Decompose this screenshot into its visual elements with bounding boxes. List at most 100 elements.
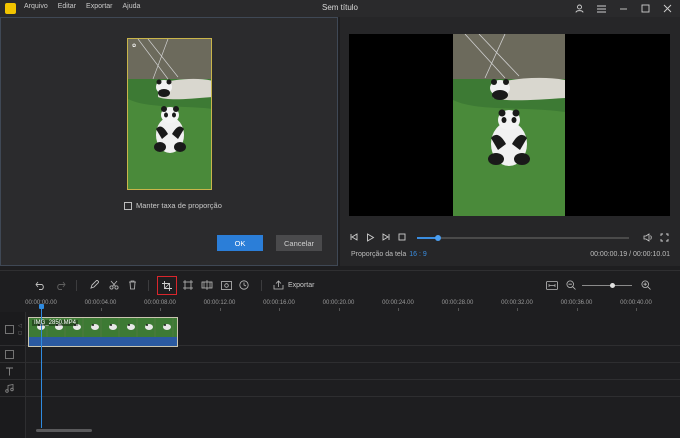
trash-icon[interactable] <box>124 277 140 293</box>
ruler-tick <box>279 308 280 311</box>
stop-icon[interactable] <box>397 231 407 243</box>
menu-editar[interactable]: Editar <box>58 3 76 10</box>
toolbar-divider <box>261 280 262 291</box>
music-track-icon <box>4 383 14 393</box>
crop-icon[interactable] <box>157 276 177 295</box>
ruler-label: 00:00:08.00 <box>144 300 176 306</box>
overlay-track-icon <box>4 349 14 359</box>
ruler-tick <box>219 308 221 311</box>
toolbar-divider <box>148 280 149 291</box>
clip-name: IMG_2850.MP4 <box>32 320 79 326</box>
svg-text:✿: ✿ <box>132 43 136 49</box>
aspect-ratio-label: Proporção da tela <box>351 251 407 258</box>
timecode: 00:00:00.19 / 00:00:10.01 <box>590 251 670 258</box>
maximize-icon[interactable] <box>638 2 652 15</box>
split-clip-icon[interactable] <box>199 277 215 293</box>
seek-handle[interactable] <box>435 235 442 241</box>
text-track-icon <box>4 366 14 376</box>
ruler-label: 00:00:12.00 <box>203 300 236 306</box>
keep-ratio-checkbox[interactable] <box>124 201 132 210</box>
duration-clock-icon[interactable] <box>236 277 252 293</box>
cancel-button[interactable]: Cancelar <box>276 235 322 251</box>
ok-button[interactable]: OK <box>217 235 263 251</box>
video-track-header: ◁ ◻ <box>0 312 26 345</box>
preview-video <box>453 34 565 216</box>
menu-lines-icon[interactable] <box>594 2 608 15</box>
ruler-label: 00:00:24.00 <box>382 300 414 306</box>
empty-track-header <box>0 397 26 438</box>
resize-icon[interactable] <box>180 277 196 293</box>
track-visibility-icon[interactable]: ◁ <box>18 323 22 329</box>
redo-icon[interactable] <box>52 277 68 293</box>
menu-ajuda[interactable]: Ajuda <box>123 3 141 10</box>
export-icon[interactable] <box>270 277 286 293</box>
timeline-ruler[interactable]: 00:00:00.00 00:00:04.00 00:00:08.00 00:00:1… <box>0 298 680 312</box>
ruler-label: 00:00:16.00 <box>263 300 295 306</box>
video-track-icon <box>4 324 14 334</box>
zoom-handle[interactable] <box>609 283 615 288</box>
keep-ratio-label: Manter taxa de proporção <box>136 201 222 210</box>
track-lock-icon[interactable]: ◻ <box>18 330 22 336</box>
edit-toolbar: Exportar <box>0 270 680 298</box>
close-icon[interactable] <box>660 2 674 15</box>
app-logo-icon <box>5 3 16 14</box>
toolbar-divider <box>76 280 77 291</box>
crop-dialog: ✿ Manter taxa de proporção OK Cancelar <box>0 17 338 266</box>
keep-ratio-option[interactable]: Manter taxa de proporção <box>124 201 222 210</box>
fit-timeline-icon[interactable] <box>544 277 560 293</box>
freeze-frame-icon[interactable] <box>218 277 234 293</box>
fullscreen-icon[interactable] <box>659 231 669 243</box>
menu-arquivo[interactable]: Arquivo <box>24 3 48 10</box>
menu-bar: Arquivo Editar Exportar Ajuda <box>24 3 140 10</box>
preview-screen <box>349 34 670 216</box>
edit-pencil-icon[interactable] <box>86 277 102 293</box>
ruler-label: 00:00:20.00 <box>322 300 355 306</box>
ruler-label: 00:00:36.00 <box>560 300 593 306</box>
zoom-out-icon[interactable] <box>563 277 579 293</box>
ruler-label: 00:00:40.00 <box>620 300 652 306</box>
scissors-icon[interactable] <box>106 277 122 293</box>
ruler-tick <box>576 308 578 311</box>
ruler-label: 00:00:04.00 <box>84 300 117 306</box>
ruler-tick <box>457 308 459 311</box>
ruler-tick <box>517 308 518 311</box>
panda-video-frame: ✿ <box>128 39 211 189</box>
clip-audio-waveform <box>29 337 177 346</box>
prev-frame-icon[interactable] <box>349 231 359 243</box>
text-track-header <box>0 363 26 379</box>
empty-track-area[interactable] <box>0 397 680 438</box>
ruler-tick <box>636 308 637 311</box>
zoom-in-icon[interactable] <box>638 277 654 293</box>
volume-icon[interactable] <box>643 231 653 243</box>
ruler-tick <box>398 308 399 311</box>
video-track[interactable]: ◁ ◻ IMG_2850.MP4 <box>0 312 680 347</box>
undo-icon[interactable] <box>32 277 48 293</box>
video-clip[interactable]: IMG_2850.MP4 <box>28 317 178 347</box>
crop-frame[interactable]: ✿ <box>127 38 212 190</box>
overlay-track-header <box>0 346 26 362</box>
minimize-icon[interactable] <box>616 2 630 15</box>
music-track-header <box>0 380 26 396</box>
seek-bar[interactable] <box>417 235 629 241</box>
export-label[interactable]: Exportar <box>288 282 314 289</box>
aspect-ratio: Proporção da tela 16 : 9 <box>351 251 427 258</box>
ruler-label: 00:00:28.00 <box>441 300 474 306</box>
timeline-tracks: ◁ ◻ IMG_2850.MP4 <box>0 312 680 438</box>
music-track[interactable] <box>0 380 680 397</box>
overlay-track[interactable] <box>0 346 680 363</box>
text-track[interactable] <box>0 363 680 380</box>
ruler-tick <box>100 308 102 311</box>
player-controls <box>349 231 670 245</box>
zoom-slider[interactable] <box>582 283 632 288</box>
ruler-tick <box>338 308 340 311</box>
ruler-tick <box>160 308 161 311</box>
menu-exportar[interactable]: Exportar <box>86 3 112 10</box>
next-frame-icon[interactable] <box>381 231 391 243</box>
timeline-scrollbar[interactable] <box>36 429 92 432</box>
play-icon[interactable] <box>365 231 375 243</box>
user-icon[interactable] <box>572 2 586 15</box>
panda-preview-frame <box>453 34 565 216</box>
preview-panel: Proporção da tela 16 : 9 00:00:00.19 / 00… <box>340 17 680 266</box>
title-bar: Arquivo Editar Exportar Ajuda Sem título <box>0 0 680 17</box>
aspect-ratio-value[interactable]: 16 : 9 <box>409 251 427 258</box>
